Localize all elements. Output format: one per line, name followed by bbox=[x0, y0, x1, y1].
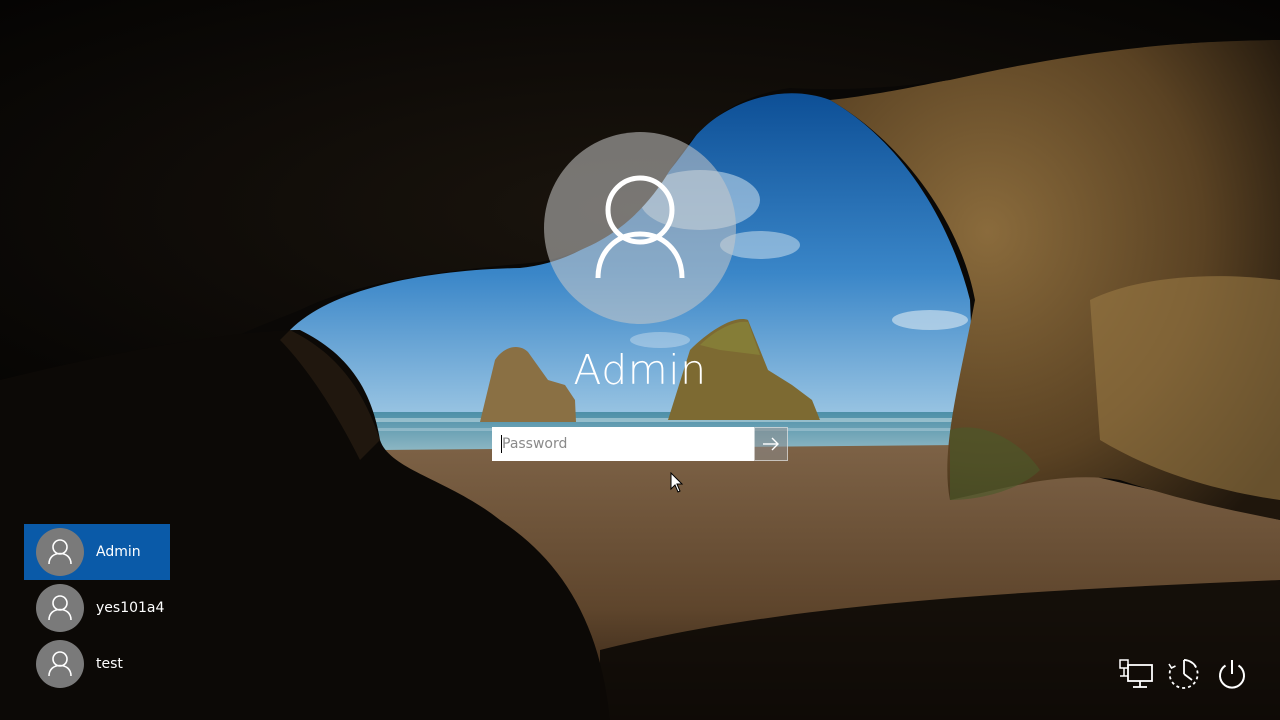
current-user-name: Admin bbox=[573, 346, 707, 394]
arrow-right-icon bbox=[763, 437, 779, 451]
user-item-test[interactable]: test bbox=[24, 636, 170, 692]
avatar bbox=[36, 584, 84, 632]
ease-of-access-button[interactable] bbox=[1166, 656, 1202, 692]
password-form bbox=[492, 427, 788, 461]
user-icon bbox=[48, 651, 72, 677]
user-avatar bbox=[544, 132, 736, 324]
power-icon bbox=[1219, 660, 1245, 689]
network-icon bbox=[1119, 659, 1153, 688]
lock-screen: Admin Admin yes101a4 test bbox=[0, 0, 1280, 720]
user-item-admin[interactable]: Admin bbox=[24, 524, 170, 580]
avatar bbox=[36, 528, 84, 576]
text-caret bbox=[501, 435, 502, 453]
user-list: Admin yes101a4 test bbox=[24, 524, 170, 692]
avatar bbox=[36, 640, 84, 688]
mouse-cursor-icon bbox=[670, 472, 684, 493]
user-icon bbox=[48, 595, 72, 621]
user-item-label: test bbox=[96, 656, 123, 672]
submit-button[interactable] bbox=[754, 427, 788, 461]
user-item-label: yes101a4 bbox=[96, 600, 165, 616]
ease-of-access-icon bbox=[1168, 659, 1199, 689]
user-item-yes101a4[interactable]: yes101a4 bbox=[24, 580, 170, 636]
user-icon bbox=[595, 175, 685, 279]
password-input[interactable] bbox=[492, 427, 754, 461]
user-icon bbox=[48, 539, 72, 565]
user-item-label: Admin bbox=[96, 544, 141, 560]
power-button[interactable] bbox=[1214, 656, 1250, 692]
network-button[interactable] bbox=[1118, 656, 1154, 692]
